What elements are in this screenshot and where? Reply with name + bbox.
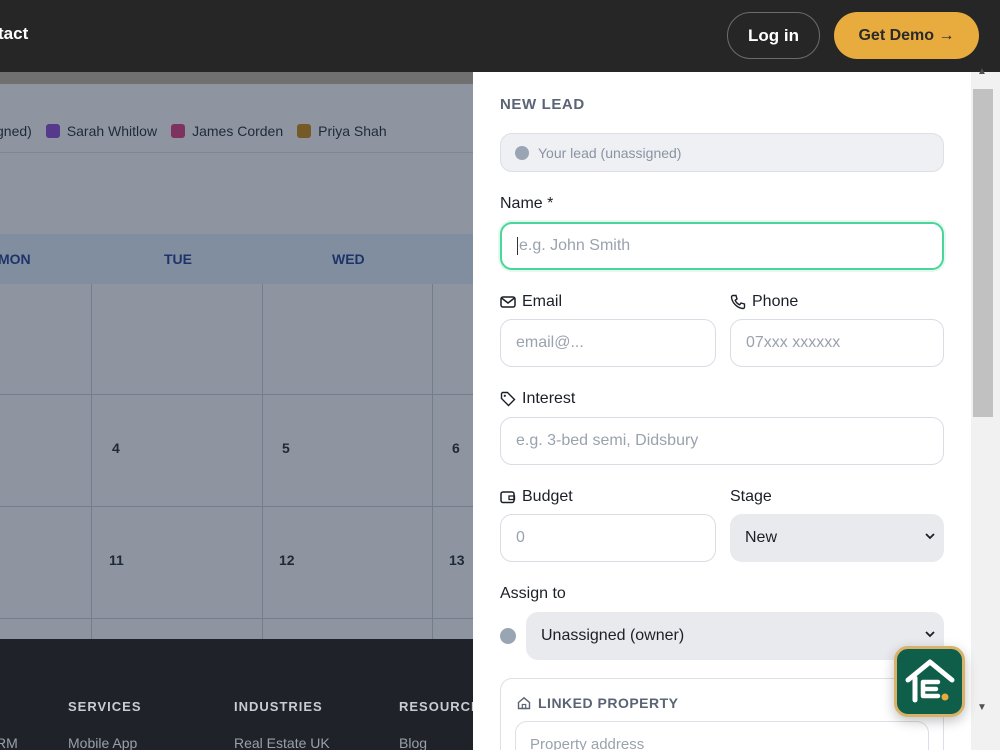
phone-icon bbox=[730, 294, 746, 310]
owner-dot-icon bbox=[515, 145, 529, 160]
budget-label: Budget bbox=[500, 488, 573, 506]
interest-label-text: Interest bbox=[522, 390, 576, 407]
name-label-text: Name * bbox=[500, 195, 554, 212]
chevron-down-icon bbox=[925, 631, 935, 638]
text-caret bbox=[517, 237, 518, 255]
budget-placeholder: 0 bbox=[516, 529, 525, 546]
scroll-up-arrow-icon[interactable]: ▲ bbox=[976, 66, 988, 78]
footer-heading-resources: RESOURCE bbox=[399, 699, 473, 714]
name-input[interactable]: e.g. John Smith bbox=[500, 222, 944, 270]
assignee-dot-icon bbox=[500, 628, 516, 644]
house-logo-icon bbox=[905, 659, 954, 702]
name-label: Name * bbox=[500, 195, 553, 213]
site-footer: SERVICES INDUSTRIES RESOURCE RM Mobile A… bbox=[0, 639, 473, 750]
footer-heading-industries: INDUSTRIES bbox=[234, 699, 323, 714]
phone-input[interactable]: 07xxx xxxxxx bbox=[730, 319, 944, 367]
get-demo-button[interactable]: Get Demo → bbox=[834, 12, 979, 59]
budget-label-text: Budget bbox=[522, 488, 573, 505]
footer-link[interactable]: Blog bbox=[399, 735, 427, 750]
linked-property-section: LINKED PROPERTY Property address bbox=[500, 678, 944, 750]
footer-heading-services: SERVICES bbox=[68, 699, 142, 714]
footer-link[interactable]: Mobile App bbox=[68, 735, 137, 750]
email-placeholder: email@... bbox=[516, 334, 584, 351]
phone-label-text: Phone bbox=[752, 293, 799, 310]
stage-value: New bbox=[745, 529, 778, 546]
stage-label-text: Stage bbox=[730, 488, 772, 505]
footer-link[interactable]: Real Estate UK bbox=[234, 735, 330, 750]
budget-input[interactable]: 0 bbox=[500, 514, 716, 562]
tag-icon bbox=[500, 391, 516, 407]
linked-property-title: LINKED PROPERTY bbox=[517, 695, 679, 711]
email-label-text: Email bbox=[522, 293, 563, 310]
phone-placeholder: 07xxx xxxxxx bbox=[746, 334, 841, 351]
scroll-down-arrow-icon[interactable]: ▼ bbox=[976, 702, 988, 714]
assign-value: Unassigned (owner) bbox=[541, 627, 685, 644]
name-placeholder: e.g. John Smith bbox=[519, 237, 631, 254]
owner-pill-label: Your lead (unassigned) bbox=[538, 144, 682, 161]
mail-icon bbox=[500, 296, 516, 308]
lead-owner-pill: Your lead (unassigned) bbox=[500, 133, 944, 172]
interest-label: Interest bbox=[500, 390, 575, 408]
brand-chat-button[interactable] bbox=[894, 646, 965, 717]
wallet-icon bbox=[500, 491, 516, 504]
form-title: NEW LEAD bbox=[500, 96, 585, 113]
interest-input[interactable]: e.g. 3-bed semi, Didsbury bbox=[500, 417, 944, 465]
footer-link[interactable]: RM bbox=[0, 735, 18, 750]
login-button[interactable]: Log in bbox=[727, 12, 820, 59]
property-address-input[interactable]: Property address bbox=[515, 721, 929, 750]
scrollbar-thumb[interactable] bbox=[973, 89, 993, 417]
assign-select[interactable]: Unassigned (owner) bbox=[526, 612, 944, 660]
email-input[interactable]: email@... bbox=[500, 319, 716, 367]
top-navbar: tact Log in Get Demo → bbox=[0, 0, 1000, 72]
modal-overlay[interactable] bbox=[0, 72, 473, 639]
home-icon bbox=[517, 696, 531, 710]
assign-label: Assign to bbox=[500, 585, 566, 603]
interest-placeholder: e.g. 3-bed semi, Didsbury bbox=[516, 432, 699, 449]
email-label: Email bbox=[500, 293, 562, 311]
nav-link-contact[interactable]: tact bbox=[0, 24, 28, 44]
stage-select[interactable]: New bbox=[730, 514, 944, 562]
chevron-down-icon bbox=[925, 533, 935, 540]
phone-label: Phone bbox=[730, 293, 798, 311]
linked-property-title-text: LINKED PROPERTY bbox=[538, 695, 679, 711]
property-address-placeholder: Property address bbox=[530, 736, 645, 750]
stage-label: Stage bbox=[730, 488, 772, 506]
new-lead-drawer: NEW LEAD Your lead (unassigned) Name * e… bbox=[473, 72, 971, 750]
assign-label-text: Assign to bbox=[500, 585, 566, 602]
